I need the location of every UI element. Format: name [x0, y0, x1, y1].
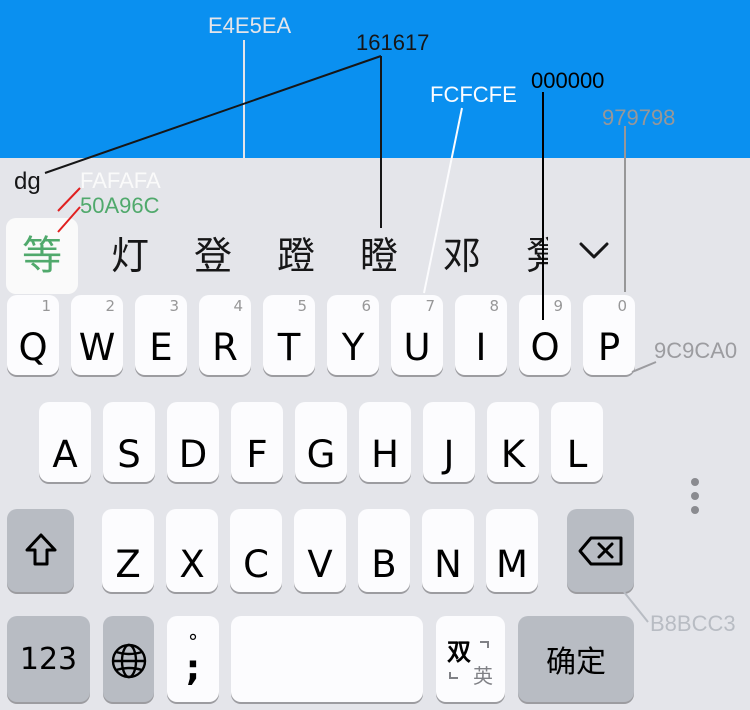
key-i[interactable]: 8I — [455, 295, 507, 375]
switch-arrows-icon — [449, 641, 489, 679]
key-label: F — [246, 433, 268, 476]
key-label: O — [530, 326, 560, 369]
candidate-item[interactable]: 瞪 — [360, 218, 398, 294]
key-n[interactable]: N — [422, 509, 474, 592]
key-w[interactable]: 2W — [71, 295, 123, 375]
candidate-item[interactable]: 凳 — [526, 218, 548, 294]
annotation-key-bg: FCFCFE — [430, 82, 517, 107]
candidate-item[interactable]: 登 — [194, 218, 232, 294]
key-label: S — [117, 433, 141, 476]
key-number-hint: 3 — [169, 297, 179, 315]
shift-key[interactable] — [7, 509, 74, 592]
key-label: G — [306, 433, 336, 476]
globe-key[interactable] — [103, 616, 154, 702]
language-switch-key[interactable]: 双 英 — [436, 616, 505, 702]
key-k[interactable]: K — [487, 402, 539, 482]
annotation-key-text: 000000 — [531, 68, 605, 93]
key-label: W — [78, 326, 116, 369]
key-a[interactable]: A — [39, 402, 91, 482]
annotation-highlight-text: 50A96C — [80, 193, 160, 218]
key-number-hint: 1 — [41, 297, 51, 315]
key-q[interactable]: 1Q — [7, 295, 59, 375]
key-m[interactable]: M — [486, 509, 538, 592]
key-number-hint: 9 — [553, 297, 563, 315]
confirm-key[interactable]: 确定 — [518, 616, 634, 702]
key-number-hint: 6 — [361, 297, 371, 315]
key-o[interactable]: 9O — [519, 295, 571, 375]
candidate-item[interactable]: 灯 — [111, 218, 149, 294]
chevron-down-icon[interactable] — [572, 229, 616, 273]
key-number-hint: 8 — [489, 297, 499, 315]
annotation-candidate-text: 161617 — [356, 30, 430, 55]
globe-icon — [111, 643, 147, 679]
key-x[interactable]: X — [166, 509, 218, 592]
key-s[interactable]: S — [103, 402, 155, 482]
candidate-item[interactable]: 邓 — [443, 218, 481, 294]
key-number-hint: 2 — [105, 297, 115, 315]
key-number-hint: 5 — [297, 297, 307, 315]
numbers-key-label: 123 — [19, 641, 78, 677]
annotation-key-shadow: 9C9CA0 — [654, 338, 738, 363]
key-number-hint: 4 — [233, 297, 243, 315]
key-label: R — [212, 326, 238, 369]
key-t[interactable]: 5T — [263, 295, 315, 375]
annotation-function-key: B8BCC3 — [650, 611, 736, 636]
numbers-key[interactable]: 123 — [7, 616, 90, 702]
key-c[interactable]: C — [230, 509, 282, 592]
key-e[interactable]: 3E — [135, 295, 187, 375]
candidate-selected[interactable]: 等 — [6, 218, 78, 294]
key-label: E — [149, 326, 173, 369]
key-g[interactable]: G — [295, 402, 347, 482]
key-label: Z — [115, 543, 141, 586]
confirm-key-label: 确定 — [546, 645, 606, 680]
key-number-hint: 7 — [425, 297, 435, 315]
key-z[interactable]: Z — [102, 509, 154, 592]
key-d[interactable]: D — [167, 402, 219, 482]
space-key[interactable] — [231, 616, 423, 702]
punctuation-key[interactable]: ° ; — [167, 616, 219, 702]
key-label: H — [371, 433, 399, 476]
key-label: N — [434, 543, 462, 586]
key-r[interactable]: 4R — [199, 295, 251, 375]
annotation-number-hint: 979798 — [602, 105, 676, 130]
key-label: Q — [18, 326, 48, 369]
key-label: B — [371, 543, 397, 586]
key-label: Y — [341, 326, 365, 369]
candidate-item[interactable]: 蹬 — [277, 218, 315, 294]
key-label: I — [475, 326, 487, 369]
key-j[interactable]: J — [423, 402, 475, 482]
key-b[interactable]: B — [358, 509, 410, 592]
key-h[interactable]: H — [359, 402, 411, 482]
vertical-dots-icon[interactable] — [686, 475, 704, 519]
app-top-bar — [0, 0, 750, 158]
key-label: J — [443, 433, 455, 476]
key-label: C — [243, 543, 269, 586]
key-label: U — [403, 326, 431, 369]
annotation-keyboard-bg: E4E5EA — [208, 13, 292, 38]
key-label: P — [597, 326, 621, 369]
punct-bottom-label: ; — [185, 648, 201, 689]
key-f[interactable]: F — [231, 402, 283, 482]
key-y[interactable]: 6Y — [327, 295, 379, 375]
backspace-icon — [578, 536, 623, 566]
key-number-hint: 0 — [617, 297, 627, 315]
candidate-selected-label: 等 — [22, 233, 62, 279]
key-label: T — [277, 326, 301, 369]
key-u[interactable]: 7U — [391, 295, 443, 375]
key-p[interactable]: 0P — [583, 295, 635, 375]
input-composition-text: dg — [14, 168, 41, 195]
shift-icon — [25, 533, 57, 566]
annotation-highlight-bg: FAFAFA — [80, 168, 161, 193]
key-l[interactable]: L — [551, 402, 603, 482]
key-label: X — [179, 543, 205, 586]
key-label: L — [566, 433, 588, 476]
key-label: V — [307, 543, 333, 586]
key-label: A — [52, 433, 78, 476]
key-label: K — [500, 433, 526, 476]
delete-key[interactable] — [567, 509, 634, 592]
key-label: D — [178, 433, 208, 476]
key-label: M — [496, 543, 528, 586]
key-v[interactable]: V — [294, 509, 346, 592]
